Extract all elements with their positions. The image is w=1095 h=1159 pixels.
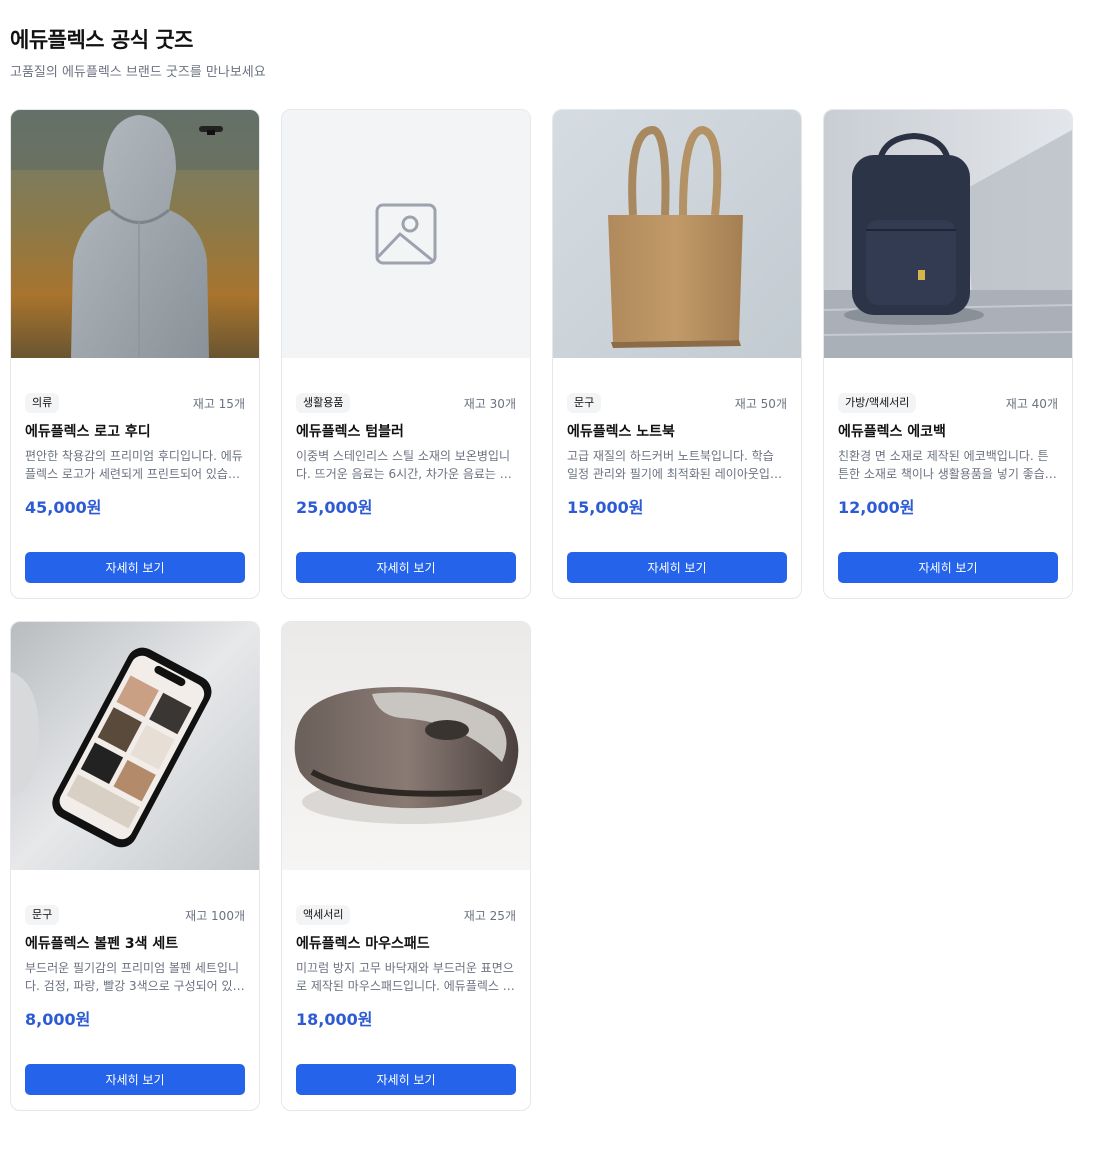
product-grid: 의류 재고 15개 에듀플렉스 로고 후디 편안한 착용감의 프리미엄 후디입니… [10,109,1073,1111]
card-body: 의류 재고 15개 에듀플렉스 로고 후디 편안한 착용감의 프리미엄 후디입니… [11,358,259,598]
category-badge: 가방/액세서리 [838,393,917,413]
category-badge: 생활용품 [296,393,351,413]
stock-count: 재고 50개 [734,396,787,411]
product-card[interactable]: 액세서리 재고 25개 에듀플렉스 마우스패드 미끄럼 방지 고무 바닥재와 부… [281,621,531,1111]
view-details-button[interactable]: 자세히 보기 [25,552,245,583]
stock-count: 재고 15개 [192,396,245,411]
card-meta: 가방/액세서리 재고 40개 [838,393,1058,413]
category-badge: 문구 [567,393,602,413]
view-details-button[interactable]: 자세히 보기 [296,552,516,583]
card-body: 생활용품 재고 30개 에듀플렉스 텀블러 이중벽 스테인리스 스틸 소재의 보… [282,358,530,598]
view-details-button[interactable]: 자세히 보기 [296,1064,516,1095]
product-name[interactable]: 에듀플렉스 로고 후디 [25,421,245,441]
product-name[interactable]: 에듀플렉스 마우스패드 [296,933,516,953]
product-card[interactable]: 가방/액세서리 재고 40개 에듀플렉스 에코백 친환경 면 소재로 제작된 에… [823,109,1073,599]
card-body: 문구 재고 100개 에듀플렉스 볼펜 3색 세트 부드러운 필기감의 프리미엄… [11,870,259,1110]
category-badge: 액세서리 [296,905,351,925]
stock-count: 재고 40개 [1005,396,1058,411]
card-meta: 의류 재고 15개 [25,393,245,413]
product-price: 18,000원 [296,1010,373,1029]
product-card[interactable]: 의류 재고 15개 에듀플렉스 로고 후디 편안한 착용감의 프리미엄 후디입니… [10,109,260,599]
product-description: 이중벽 스테인리스 스틸 소재의 보온병입니다. 뜨거운 음료는 6시간, 차가… [296,449,511,481]
view-details-button[interactable]: 자세히 보기 [838,552,1058,583]
page-subtitle: 고품질의 에듀플렉스 브랜드 굿즈를 만나보세요 [10,65,266,80]
stock-count: 재고 30개 [463,396,516,411]
product-card[interactable]: 생활용품 재고 30개 에듀플렉스 텀블러 이중벽 스테인리스 스틸 소재의 보… [281,109,531,599]
product-description: 편안한 착용감의 프리미엄 후디입니다. 에듀플렉스 로고가 세련되게 프린트되… [25,449,243,481]
page: 에듀플렉스 공식 굿즈 고품질의 에듀플렉스 브랜드 굿즈를 만나보세요 의류 … [0,0,1095,1159]
card-body: 액세서리 재고 25개 에듀플렉스 마우스패드 미끄럼 방지 고무 바닥재와 부… [282,870,530,1110]
product-name[interactable]: 에듀플렉스 볼펜 3색 세트 [25,933,245,953]
product-price: 25,000원 [296,498,373,517]
product-price: 15,000원 [567,498,644,517]
card-meta: 문구 재고 50개 [567,393,787,413]
card-meta: 액세서리 재고 25개 [296,905,516,925]
product-description: 미끄럼 방지 고무 바닥재와 부드러운 표면으로 제작된 마우스패드입니다. 에… [296,961,514,993]
backpack-photo[interactable] [824,110,1072,358]
card-meta: 생활용품 재고 30개 [296,393,516,413]
mouse-photo[interactable] [282,622,530,870]
product-card[interactable]: 문구 재고 50개 에듀플렉스 노트북 고급 재질의 하드커버 노트북입니다. … [552,109,802,599]
image-placeholder[interactable] [282,110,530,358]
product-name[interactable]: 에듀플렉스 텀블러 [296,421,516,441]
card-body: 문구 재고 50개 에듀플렉스 노트북 고급 재질의 하드커버 노트북입니다. … [553,358,801,598]
category-badge: 문구 [25,905,60,925]
product-card[interactable]: 문구 재고 100개 에듀플렉스 볼펜 3색 세트 부드러운 필기감의 프리미엄… [10,621,260,1111]
page-title: 에듀플렉스 공식 굿즈 [10,28,194,52]
product-name[interactable]: 에듀플렉스 노트북 [567,421,787,441]
category-badge: 의류 [25,393,60,413]
product-price: 12,000원 [838,498,915,517]
card-body: 가방/액세서리 재고 40개 에듀플렉스 에코백 친환경 면 소재로 제작된 에… [824,358,1072,598]
stock-count: 재고 25개 [463,908,516,923]
view-details-button[interactable]: 자세히 보기 [567,552,787,583]
product-name[interactable]: 에듀플렉스 에코백 [838,421,1058,441]
tote-bag-photo[interactable] [553,110,801,358]
product-price: 8,000원 [25,1010,91,1029]
stock-count: 재고 100개 [185,908,245,923]
hoodie-photo[interactable] [11,110,259,358]
smartphone-photo[interactable] [11,622,259,870]
product-description: 친환경 면 소재로 제작된 에코백입니다. 튼튼한 소재로 책이나 생활용품을 … [838,449,1056,481]
product-description: 고급 재질의 하드커버 노트북입니다. 학습 일정 관리와 필기에 최적화된 레… [567,449,781,481]
view-details-button[interactable]: 자세히 보기 [25,1064,245,1095]
card-meta: 문구 재고 100개 [25,905,245,925]
product-description: 부드러운 필기감의 프리미엄 볼펜 세트입니다. 검정, 파랑, 빨강 3색으로… [25,961,244,993]
product-price: 45,000원 [25,498,102,517]
